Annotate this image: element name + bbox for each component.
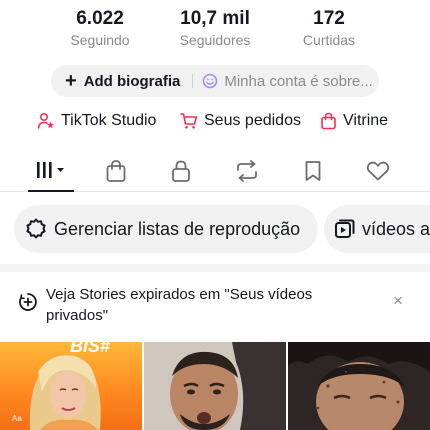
cart-icon — [180, 113, 198, 129]
shop-bag-icon — [106, 160, 126, 182]
tab-reposts[interactable] — [225, 156, 269, 186]
section-divider — [0, 264, 430, 272]
followers-count: 10,7 mil — [180, 8, 250, 29]
playlist-chip-label: vídeos a — [362, 218, 430, 239]
thumbnail-caption: Aa — [12, 414, 22, 423]
add-bio-button[interactable]: + Add biografia — [65, 70, 181, 92]
stat-likes[interactable]: 172 Curtidas — [274, 8, 384, 49]
add-bio-pill[interactable]: + Add biografia Minha conta é sobre... — [51, 65, 379, 97]
bookmark-icon — [305, 161, 321, 181]
video-thumbnail[interactable] — [288, 342, 430, 430]
video-grid: BIS# Aa — [0, 342, 430, 430]
tab-private[interactable] — [159, 156, 203, 186]
tiktok-studio-link[interactable]: TikTok Studio — [37, 112, 156, 130]
lock-icon — [172, 160, 190, 182]
likes-label: Curtidas — [302, 32, 356, 48]
profile-tabs — [0, 152, 430, 192]
thumbnail-person-image — [288, 342, 430, 430]
plus-icon: + — [65, 70, 77, 92]
tiktok-studio-label: TikTok Studio — [61, 112, 157, 129]
close-icon[interactable]: × — [393, 292, 403, 309]
bio-separator — [192, 74, 194, 88]
playlist-chips: Gerenciar listas de reprodução vídeos a — [0, 205, 430, 253]
add-bio-label: Add biografia — [83, 72, 181, 90]
orders-label: Seus pedidos — [204, 112, 301, 129]
tab-favorites[interactable] — [291, 156, 335, 186]
story-add-icon — [19, 293, 37, 311]
repost-icon — [237, 160, 257, 182]
gear-icon — [26, 218, 46, 239]
playlist-chip-videos[interactable]: vídeos a — [324, 205, 430, 253]
profile-stats: 6.022 Seguindo 10,7 mil Seguidores 172 C… — [0, 8, 430, 50]
video-thumbnail[interactable] — [144, 342, 286, 430]
followers-label: Seguidores — [179, 32, 251, 48]
manage-playlists-button[interactable]: Gerenciar listas de reprodução — [14, 205, 318, 253]
likes-count: 172 — [313, 8, 345, 29]
smiley-icon — [203, 73, 218, 89]
orders-link[interactable]: Seus pedidos — [180, 112, 301, 130]
showcase-link[interactable]: Vitrine — [320, 112, 388, 130]
video-thumbnail[interactable]: BIS# Aa — [0, 342, 142, 430]
videos-grid-icon — [37, 162, 64, 178]
active-tab-indicator — [28, 190, 74, 192]
following-count: 6.022 — [76, 8, 124, 29]
creator-star-icon — [37, 112, 54, 129]
bio-hint-text: Minha conta é sobre... — [224, 72, 373, 90]
profile-links: TikTok Studio Seus pedidos Vitrine — [0, 112, 430, 136]
playlist-icon — [335, 219, 355, 238]
notice-text: Veja Stories expirados em "Seus vídeos p… — [46, 286, 313, 324]
thumbnail-person-image — [144, 342, 286, 430]
stat-following[interactable]: 6.022 Seguindo — [45, 8, 155, 49]
tab-shop[interactable] — [94, 156, 138, 186]
following-label: Seguindo — [70, 32, 130, 48]
thumbnail-logo: BIS# — [70, 342, 111, 356]
heart-icon — [366, 161, 390, 181]
bio-hint[interactable]: Minha conta é sobre... — [202, 72, 373, 90]
stat-followers[interactable]: 10,7 mil Seguidores — [160, 8, 270, 49]
showcase-label: Vitrine — [343, 112, 389, 129]
expired-stories-notice[interactable]: Veja Stories expirados em "Seus vídeos p… — [0, 284, 430, 328]
shopping-bag-icon — [321, 112, 336, 130]
manage-playlists-label: Gerenciar listas de reprodução — [54, 218, 301, 239]
tab-liked[interactable] — [356, 156, 400, 186]
tab-videos[interactable] — [29, 156, 73, 186]
